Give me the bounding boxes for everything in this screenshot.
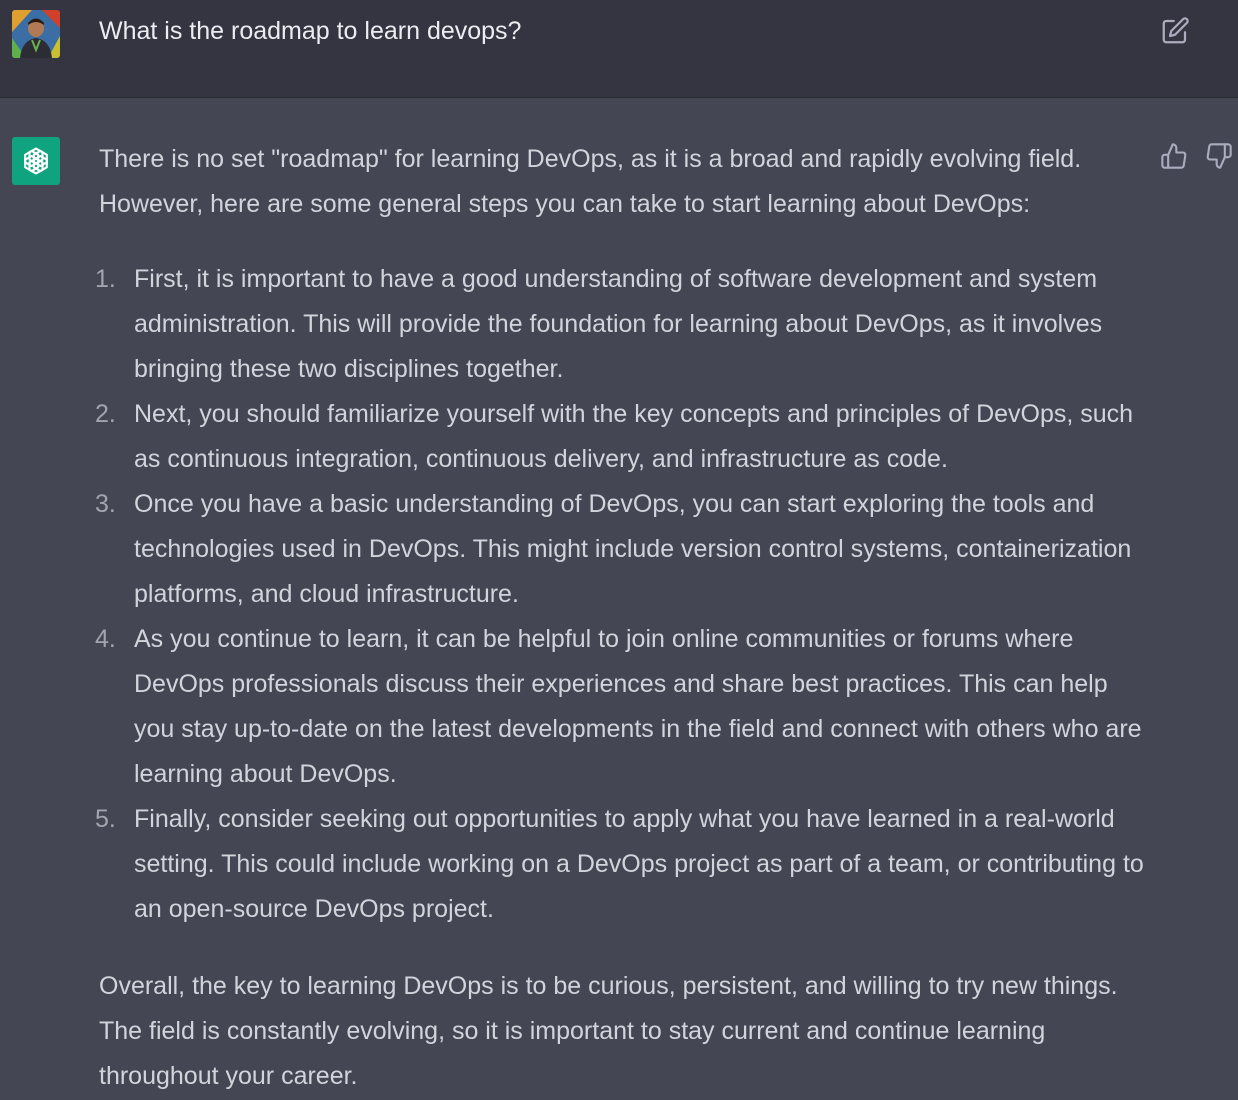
list-item-text: Once you have a basic understanding of D… — [134, 490, 1132, 608]
openai-logo-icon — [12, 137, 60, 185]
list-item-text: Next, you should familiarize yourself wi… — [134, 400, 1134, 473]
list-item: 3. Once you have a basic understanding o… — [95, 482, 1144, 617]
list-item-number: 1. — [95, 265, 116, 293]
thumbs-up-icon[interactable] — [1160, 142, 1188, 170]
assistant-message-row: There is no set "roadmap" for learning D… — [0, 98, 1238, 1100]
thumbs-down-icon[interactable] — [1205, 142, 1233, 170]
steps-list: 1. First, it is important to have a good… — [95, 257, 1144, 932]
list-item: 4. As you continue to learn, it can be h… — [95, 617, 1144, 797]
list-item: 5. Finally, consider seeking out opportu… — [95, 797, 1144, 932]
list-item-text: As you continue to learn, it can be help… — [134, 625, 1142, 788]
list-item-text: Finally, consider seeking out opportunit… — [134, 805, 1144, 923]
list-item-text: First, it is important to have a good un… — [134, 265, 1103, 383]
assistant-message-content: There is no set "roadmap" for learning D… — [95, 137, 1144, 1099]
list-item-number: 5. — [95, 805, 116, 833]
user-avatar — [12, 10, 60, 58]
intro-paragraph: There is no set "roadmap" for learning D… — [99, 145, 1082, 218]
list-item-number: 4. — [95, 625, 116, 653]
outro-paragraph: Overall, the key to learning DevOps is t… — [99, 972, 1118, 1090]
list-item-number: 2. — [95, 400, 116, 428]
user-message-text: What is the roadmap to learn devops? — [99, 17, 522, 45]
edit-icon[interactable] — [1160, 16, 1190, 46]
list-item-number: 3. — [95, 490, 116, 518]
user-message-row: What is the roadmap to learn devops? — [0, 0, 1238, 98]
list-item: 2. Next, you should familiarize yourself… — [95, 392, 1144, 482]
list-item: 1. First, it is important to have a good… — [95, 257, 1144, 392]
